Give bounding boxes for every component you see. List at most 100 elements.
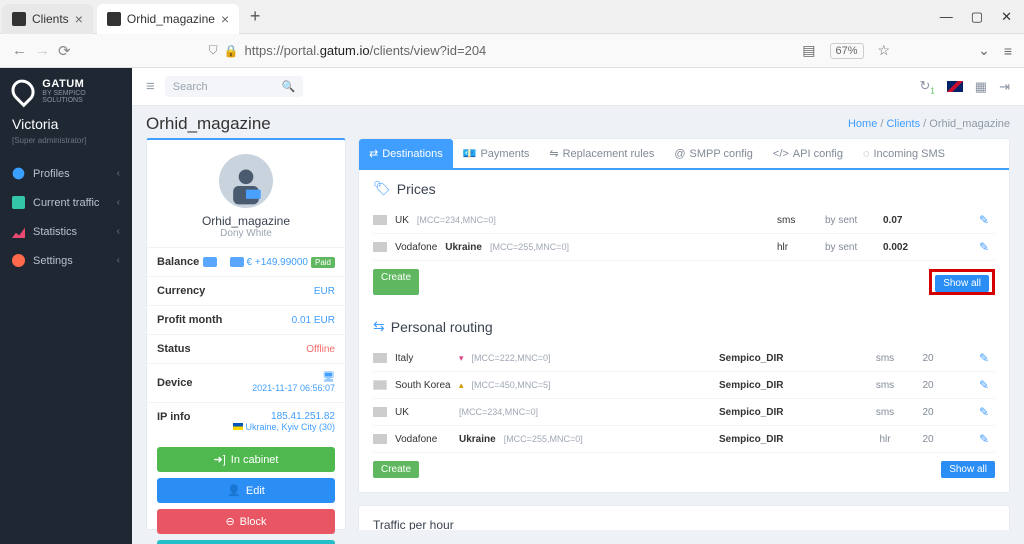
price-tag-icon: 🏷 (373, 180, 391, 197)
create-price-button[interactable]: Create (373, 269, 419, 295)
profit-value: 0.01 EUR (292, 315, 335, 326)
arrow-up-icon: ▴ (459, 380, 464, 391)
balance-value[interactable]: € +149.99000 (247, 257, 308, 268)
star-icon[interactable]: ☆ (878, 42, 891, 59)
breadcrumb-clients[interactable]: Clients (886, 118, 920, 130)
page-title: Orhid_magazine (146, 114, 271, 134)
status-value: Offline (306, 344, 335, 355)
route-icon: ⇆ (373, 318, 385, 335)
cabinet-button[interactable]: ➜]In cabinet (157, 447, 335, 472)
currency-value: EUR (314, 286, 335, 297)
price-row: Vodafone Ukraine [MCC=255,MNC=0] hlr by … (373, 234, 995, 261)
ip-geo[interactable]: Ukraine, Kyiv City (30) (245, 422, 335, 432)
tab-payments[interactable]: 💶Payments (453, 139, 540, 168)
forward-icon[interactable]: → (35, 42, 50, 60)
chevron-left-icon: ‹ (117, 197, 120, 208)
sidebar-item-statistics[interactable]: Statistics‹ (0, 217, 132, 246)
app-topbar: ≡ Search 🔍 ↻1 ▦ ⇥ (132, 68, 1024, 106)
chevron-left-icon: ‹ (117, 168, 120, 179)
favicon-icon (107, 12, 121, 26)
show-all-prices-button[interactable]: Show all (935, 275, 989, 292)
logo[interactable]: GATUM BY SEMPICO SOLUTIONS (0, 68, 132, 114)
url-bar[interactable]: https://portal.gatum.io/clients/view?id=… (245, 43, 795, 58)
device-timestamp: 2021-11-17 06:56:07 (252, 383, 335, 393)
tab-incoming[interactable]: ◌Incoming SMS (853, 139, 955, 168)
panel-tabs: ⇄Destinations 💶Payments ⇋Replacement rul… (359, 139, 1009, 169)
flag-kr-icon (373, 380, 387, 390)
edit-icon[interactable]: ✎ (979, 405, 995, 419)
refresh-icon[interactable]: ↻1 (919, 78, 934, 96)
paid-badge: Paid (311, 257, 335, 268)
edit-icon[interactable]: ✎ (979, 351, 995, 365)
close-window-icon[interactable]: ✕ (1001, 9, 1012, 25)
breadcrumb-current: Orhid_magazine (929, 118, 1010, 130)
tab-orhid[interactable]: Orhid_magazine × (97, 4, 239, 34)
user-icon (12, 167, 25, 180)
edit-icon[interactable]: ✎ (979, 432, 995, 446)
swap-icon: ⇋ (549, 147, 558, 160)
close-icon[interactable]: × (221, 11, 229, 27)
block-button[interactable]: ⊖Block (157, 509, 335, 534)
chevron-left-icon: ‹ (117, 255, 120, 266)
chart-icon (12, 225, 25, 238)
sidebar-item-settings[interactable]: Settings‹ (0, 246, 132, 275)
create-route-button[interactable]: Create (373, 461, 419, 478)
minimize-icon[interactable]: — (940, 9, 953, 25)
prices-section: 🏷Prices UK [MCC=234,MNC=0] sms by sent 0… (359, 168, 1009, 309)
flag-gb-icon (373, 407, 387, 417)
client-card: Orhid_magazine Dony White Balance € +149… (146, 138, 346, 530)
maximize-icon[interactable]: ▢ (971, 9, 983, 25)
search-icon: 🔍 (282, 80, 296, 93)
window-controls: — ▢ ✕ (940, 9, 1024, 25)
breadcrumb-home[interactable]: Home (848, 118, 877, 130)
edit-icon[interactable]: ✎ (979, 378, 995, 392)
tab-destinations[interactable]: ⇄Destinations (359, 139, 453, 168)
logout-icon[interactable]: ⇥ (999, 79, 1010, 95)
pocket-icon[interactable]: ⌄ (978, 42, 990, 59)
arrow-down-icon: ▾ (459, 353, 464, 364)
gear-icon (12, 254, 25, 267)
tab-clients[interactable]: Clients × (2, 4, 93, 34)
loading-icon: ◌ (863, 148, 870, 160)
block-icon: ⊖ (225, 515, 234, 528)
menu-icon[interactable]: ≡ (1004, 43, 1012, 59)
price-row: UK [MCC=234,MNC=0] sms by sent 0.07 ✎ (373, 207, 995, 234)
tab-replacement[interactable]: ⇋Replacement rules (539, 139, 664, 168)
new-tab-button[interactable]: + (241, 6, 269, 27)
avatar (219, 154, 273, 208)
lock-icon[interactable]: 🔒 (224, 44, 239, 58)
tab-label: Orhid_magazine (127, 12, 215, 26)
login-icon: ➜] (214, 453, 226, 466)
edit-button[interactable]: 👤Edit (157, 478, 335, 503)
language-flag-icon[interactable] (947, 81, 963, 92)
tab-smpp[interactable]: @SMPP config (664, 139, 763, 168)
edit-icon[interactable]: ✎ (979, 213, 995, 227)
hamburger-icon[interactable]: ≡ (146, 78, 155, 95)
flag-icon (373, 434, 387, 444)
route-row: UK [MCC=234,MNC=0] Sempico_DIR sms 20 ✎ (373, 399, 995, 426)
flag-icon (373, 242, 387, 252)
zoom-indicator[interactable]: 67% (830, 43, 864, 59)
history-button[interactable]: ↻History (157, 540, 335, 544)
traffic-icon (12, 196, 25, 209)
route-row: Vodafone Ukraine [MCC=255,MNC=0] Sempico… (373, 426, 995, 453)
show-all-routes-button[interactable]: Show all (941, 461, 995, 478)
back-icon[interactable]: ← (12, 42, 27, 60)
breadcrumb: Home / Clients / Orhid_magazine (848, 118, 1010, 130)
browser-tabstrip: Clients × Orhid_magazine × + — ▢ ✕ (0, 0, 1024, 34)
reload-icon[interactable]: ⟳ (58, 42, 71, 60)
sidebar-item-profiles[interactable]: Profiles‹ (0, 159, 132, 188)
tab-api[interactable]: </>API config (763, 139, 853, 168)
traffic-title: Traffic per hour (373, 518, 454, 530)
edit-icon[interactable]: ✎ (979, 240, 995, 254)
close-icon[interactable]: × (75, 11, 83, 27)
grid-icon[interactable]: ▦ (975, 79, 987, 95)
reader-icon[interactable]: ▤ (802, 42, 815, 59)
shield-icon[interactable]: ⛉ (209, 43, 218, 58)
tab-label: Clients (32, 12, 69, 26)
sidebar-item-current-traffic[interactable]: Current traffic‹ (0, 188, 132, 217)
search-input[interactable]: Search 🔍 (165, 76, 304, 97)
highlight-annotation: Show all (929, 269, 995, 295)
ip-value[interactable]: 185.41.251.82 (271, 411, 335, 422)
card-icon (230, 257, 244, 267)
